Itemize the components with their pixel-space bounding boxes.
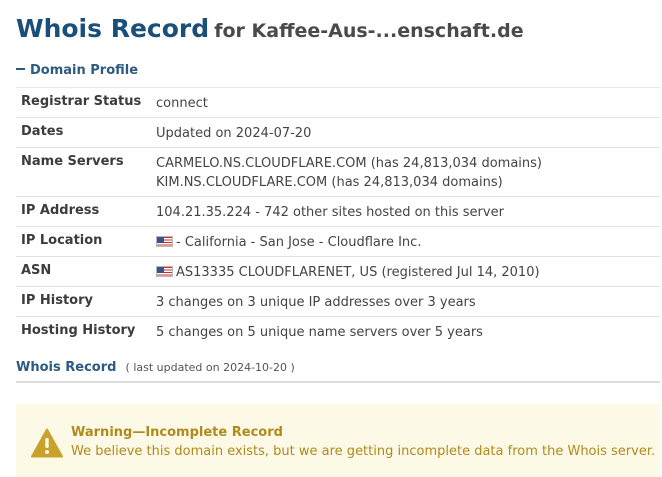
warning-message: We believe this domain exists, but we ar… <box>71 444 656 459</box>
name-server-2[interactable]: KIM.NS.CLOUDFLARE.COM (has 24,813,034 do… <box>156 173 660 192</box>
warning-title: Warning—Incomplete Record <box>71 425 283 440</box>
ip-address-value[interactable]: 104.21.35.224 - 742 other sites hosted o… <box>156 197 660 227</box>
page-title: Whois Record for Kaffee-Aus-...enschaft.… <box>16 12 524 49</box>
us-flag-icon <box>156 236 173 247</box>
ip-location-label: IP Location <box>21 233 103 248</box>
section-divider <box>16 381 660 383</box>
table-row: Registrar Status connect <box>16 87 660 118</box>
whois-last-updated: ( last updated on 2024-10-20 ) <box>125 361 295 374</box>
warning-box: Warning—Incomplete Record We believe thi… <box>16 404 660 477</box>
name-servers-value: CARMELO.NS.CLOUDFLARE.COM (has 24,813,03… <box>156 148 660 197</box>
us-flag-icon <box>156 266 173 277</box>
dates-value: Updated on 2024-07-20 <box>156 126 312 141</box>
table-row: Dates Updated on 2024-07-20 <box>16 117 660 148</box>
table-row: Hosting History 5 changes on 5 unique na… <box>16 316 660 347</box>
table-row: IP History 3 changes on 3 unique IP addr… <box>16 286 660 317</box>
table-row: Name Servers CARMELO.NS.CLOUDFLARE.COM (… <box>16 147 660 197</box>
ip-history-label: IP History <box>21 293 93 308</box>
hosting-history-label: Hosting History <box>21 323 136 338</box>
hosting-history-value[interactable]: 5 changes on 5 unique name servers over … <box>156 317 660 347</box>
ip-location-value: - California - San Jose - Cloudflare Inc… <box>156 227 660 257</box>
domain-profile-table: Registrar Status connect Dates Updated o… <box>16 87 660 346</box>
warning-text: Warning—Incomplete Record We believe thi… <box>71 424 655 462</box>
dates-label: Dates <box>21 124 64 139</box>
registrar-status-value: connect <box>156 96 208 111</box>
registrar-status-label: Registrar Status <box>21 94 142 109</box>
ip-history-value[interactable]: 3 changes on 3 unique IP addresses over … <box>156 287 660 317</box>
asn-text: AS13335 CLOUDFLARENET, US (registered Ju… <box>176 265 540 280</box>
domain-profile-heading: Domain Profile <box>30 63 139 78</box>
table-row: IP Location - California - San Jose - Cl… <box>16 226 660 257</box>
domain-profile-toggle[interactable]: Domain Profile <box>16 61 138 81</box>
ip-location-text: - California - San Jose - Cloudflare Inc… <box>176 235 422 250</box>
asn-label: ASN <box>21 263 52 278</box>
collapse-icon[interactable] <box>16 67 25 70</box>
table-row: ASN AS13335 CLOUDFLARENET, US (registere… <box>16 256 660 287</box>
asn-value: AS13335 CLOUDFLARENET, US (registered Ju… <box>156 257 660 287</box>
name-servers-label: Name Servers <box>21 154 124 169</box>
table-row: IP Address 104.21.35.224 - 742 other sit… <box>16 196 660 227</box>
ip-address-label: IP Address <box>21 203 100 218</box>
name-server-1[interactable]: CARMELO.NS.CLOUDFLARE.COM (has 24,813,03… <box>156 154 660 173</box>
whois-record-title: Whois Record <box>16 360 117 375</box>
whois-record-header: Whois Record ( last updated on 2024-10-2… <box>16 356 295 378</box>
warning-icon <box>31 428 63 458</box>
page-title-main: Whois Record <box>16 14 210 43</box>
page-title-domain: for Kaffee-Aus-...enschaft.de <box>214 20 524 42</box>
